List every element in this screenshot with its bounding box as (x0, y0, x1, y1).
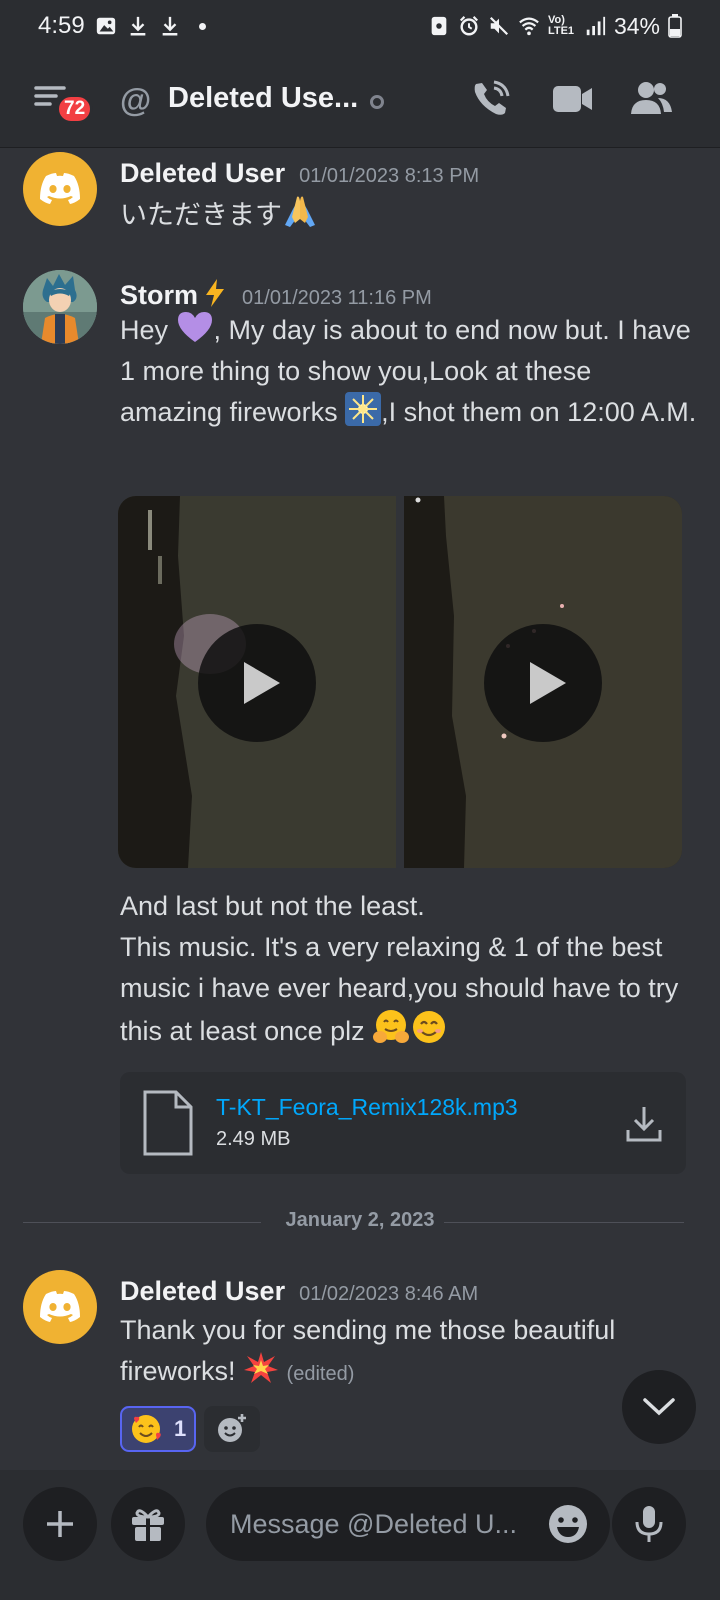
avatar[interactable] (23, 1270, 97, 1344)
message-author[interactable]: Deleted User 01/02/2023 8:46 AM (120, 1276, 478, 1307)
download-icon[interactable] (624, 1104, 664, 1144)
lightning-emoji-icon (206, 279, 225, 307)
message-content: Thank you for sending me those beautiful… (120, 1315, 616, 1386)
notification-dot (198, 22, 206, 30)
date-divider: January 2, 2023 (285, 1209, 435, 1231)
play-icon[interactable] (484, 624, 602, 742)
message-item[interactable]: Deleted User 01/01/2023 8:13 PM いただきます (0, 148, 720, 248)
smiling-face-emoji-icon (413, 1011, 446, 1043)
file-attachment[interactable]: T-KT_Feora_Remix128k.mp3 2.49 MB (120, 1072, 686, 1174)
signal-icon (586, 16, 606, 36)
file-size: 2.49 MB (216, 1128, 291, 1150)
page-title[interactable]: Deleted Use... (168, 82, 358, 115)
reaction-button[interactable]: 1 (120, 1406, 196, 1452)
wifi-icon (519, 17, 539, 36)
message-timestamp: 01/01/2023 8:13 PM (299, 165, 480, 187)
purple-heart-emoji-icon (177, 312, 212, 342)
message-content: Hey , My day is about to end now but. I … (120, 310, 698, 433)
video-attachment[interactable] (404, 496, 682, 868)
reaction-count: 1 (174, 1416, 187, 1441)
add-attachment-button[interactable] (23, 1487, 97, 1561)
jump-to-present-button[interactable] (622, 1370, 696, 1444)
plus-icon (47, 1511, 73, 1537)
status-time: 4:59 (38, 12, 85, 39)
anime-character-avatar-icon (23, 270, 97, 344)
message-content: And last but not the least. This music. … (120, 891, 679, 1046)
message-author[interactable]: Storm 01/01/2023 11:16 PM (120, 278, 432, 311)
status-bar: 4:59 Vo) LTE1 34% (0, 0, 720, 52)
members-icon[interactable] (628, 76, 674, 122)
gift-icon (132, 1509, 164, 1541)
at-icon: @ (120, 82, 152, 118)
emoji-picker-icon[interactable] (546, 1502, 590, 1546)
file-icon (143, 1090, 193, 1156)
message-author[interactable]: Deleted User 01/01/2023 8:13 PM (120, 158, 479, 189)
video-camera-icon[interactable] (550, 76, 596, 122)
add-reaction-icon (218, 1414, 246, 1442)
microphone-icon (635, 1506, 663, 1542)
message-composer: Message @Deleted U... (0, 1470, 720, 1600)
message-input-placeholder: Message @Deleted U... (230, 1508, 518, 1539)
avatar[interactable] (23, 152, 97, 226)
message-item[interactable]: Deleted User 01/02/2023 8:46 AM Thank you… (0, 1268, 720, 1458)
discord-logo-icon (40, 1291, 80, 1322)
collision-emoji-icon (244, 1352, 279, 1383)
message-timestamp: 01/01/2023 11:16 PM (242, 287, 432, 309)
battery-icon (668, 14, 682, 38)
alarm-icon (459, 16, 478, 36)
chevron-down-icon (643, 1398, 675, 1416)
discord-logo-icon (40, 173, 80, 204)
file-name-link[interactable]: T-KT_Feora_Remix128k.mp3 (216, 1094, 518, 1121)
folded-hands-emoji-icon (285, 196, 315, 227)
lock-icon (431, 16, 447, 36)
unread-badge: 72 (56, 94, 94, 124)
edited-label: (edited) (286, 1363, 355, 1385)
channel-header: 72 @ Deleted Use... (0, 52, 720, 148)
hugging-face-emoji-icon (373, 1010, 410, 1043)
voice-message-button[interactable] (612, 1487, 686, 1561)
gallery-icon (96, 17, 115, 35)
offline-status-icon (370, 95, 384, 109)
download-icon (130, 16, 146, 36)
video-attachment[interactable] (118, 496, 396, 868)
phone-call-icon[interactable] (468, 76, 514, 122)
play-icon[interactable] (198, 624, 316, 742)
fireworks-emoji-icon (345, 392, 382, 426)
message-timestamp: 01/02/2023 8:46 AM (299, 1283, 479, 1305)
gift-button[interactable] (111, 1487, 185, 1561)
add-reaction-button[interactable] (204, 1406, 260, 1452)
battery-percent: 34% (613, 12, 660, 39)
avatar[interactable] (23, 270, 97, 344)
download-icon (162, 16, 178, 36)
message-content: いただきます (120, 195, 698, 236)
network-label: Vo) LTE1 (547, 14, 575, 37)
mute-icon (489, 16, 508, 36)
smiling-face-with-hearts-emoji-icon (132, 1415, 161, 1443)
